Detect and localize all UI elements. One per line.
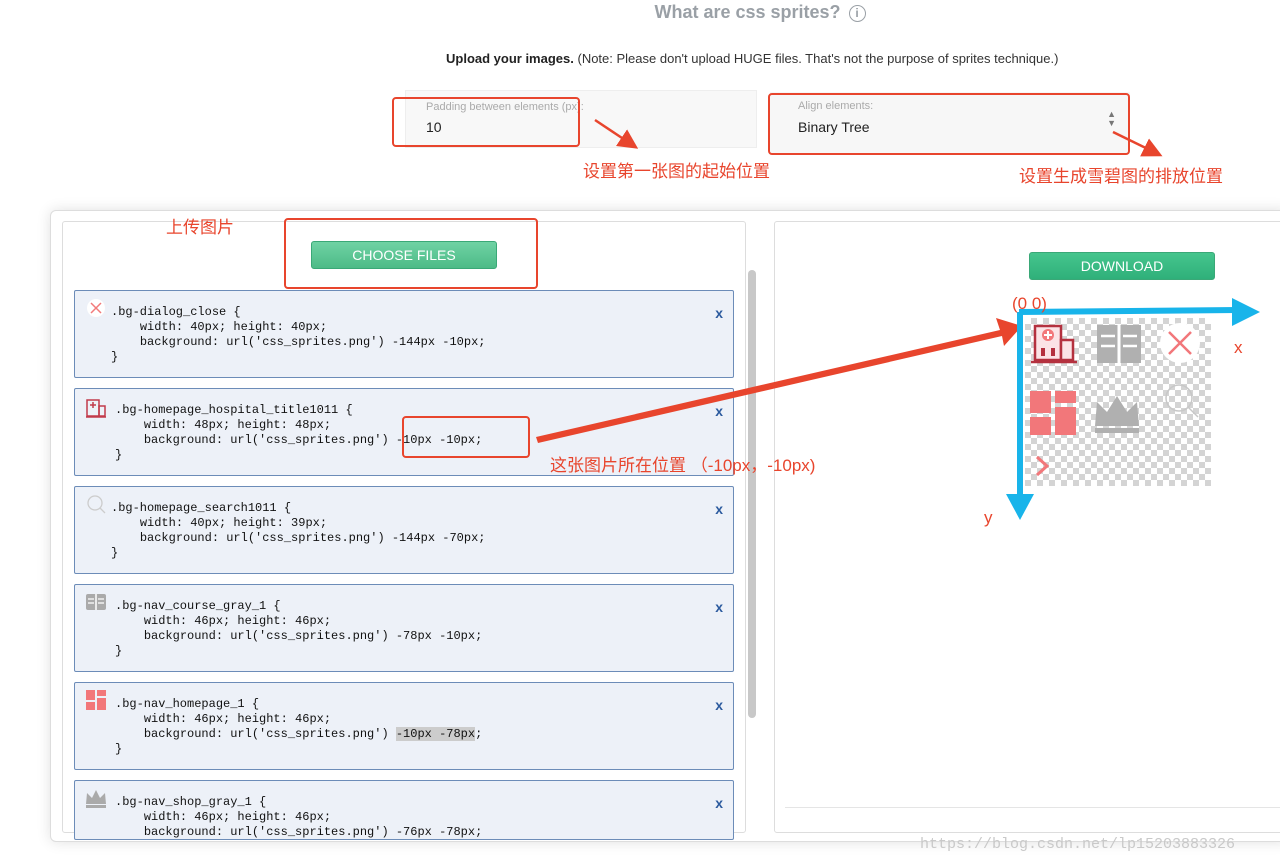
annotation-box-padding	[392, 97, 580, 147]
annotation-upload: 上传图片	[166, 218, 234, 237]
search-icon	[87, 495, 106, 514]
css-card: .bg-nav_course_gray_1 { width: 46px; hei…	[74, 584, 734, 672]
close-icon	[87, 299, 105, 317]
remove-button[interactable]: x	[715, 305, 723, 321]
css-card: .bg-nav_shop_gray_1 { width: 46px; heigh…	[74, 780, 734, 840]
page-title: What are css sprites? i	[0, 2, 1280, 23]
grid-icon	[86, 690, 106, 710]
chevron-right-icon	[1035, 455, 1050, 477]
watermark: https://blog.csdn.net/lp15203883326	[920, 836, 1236, 853]
hospital-icon	[1031, 324, 1077, 364]
scrollbar[interactable]	[748, 270, 756, 718]
x-axis-label: x	[1234, 338, 1243, 357]
crown-icon	[1095, 396, 1139, 433]
download-button[interactable]: DOWNLOAD	[1029, 252, 1215, 280]
annotation-position: 这张图片所在位置 （-10px，-10px)	[550, 456, 816, 475]
remove-button[interactable]: x	[715, 795, 723, 811]
crown-icon	[86, 790, 106, 808]
close-icon	[1160, 323, 1200, 363]
hospital-icon	[86, 399, 106, 418]
css-card: .bg-homepage_search1011 { width: 40px; h…	[74, 486, 734, 574]
css-card: .bg-nav_homepage_1 { width: 46px; height…	[74, 682, 734, 770]
grid-icon	[1030, 391, 1076, 435]
annotation-arrangement: 设置生成雪碧图的排放位置	[1019, 167, 1223, 186]
remove-button[interactable]: x	[715, 501, 723, 517]
sprite-preview	[1025, 318, 1211, 486]
css-card: .bg-dialog_close { width: 40px; height: …	[74, 290, 734, 378]
book-icon	[1097, 325, 1141, 363]
y-axis-label: y	[984, 508, 993, 527]
annotation-box-align	[768, 93, 1130, 155]
book-icon	[86, 594, 106, 610]
upload-instructions: Upload your images. (Note: Please don't …	[446, 51, 1059, 66]
annotation-box-position	[402, 416, 530, 458]
search-icon	[1165, 384, 1199, 418]
origin-label: (0 0)	[1012, 294, 1047, 313]
info-icon[interactable]: i	[848, 5, 866, 22]
annotation-start-position: 设置第一张图的起始位置	[583, 162, 770, 181]
remove-button[interactable]: x	[715, 599, 723, 615]
remove-button[interactable]: x	[715, 697, 723, 713]
annotation-box-upload	[284, 218, 538, 289]
remove-button[interactable]: x	[715, 403, 723, 419]
